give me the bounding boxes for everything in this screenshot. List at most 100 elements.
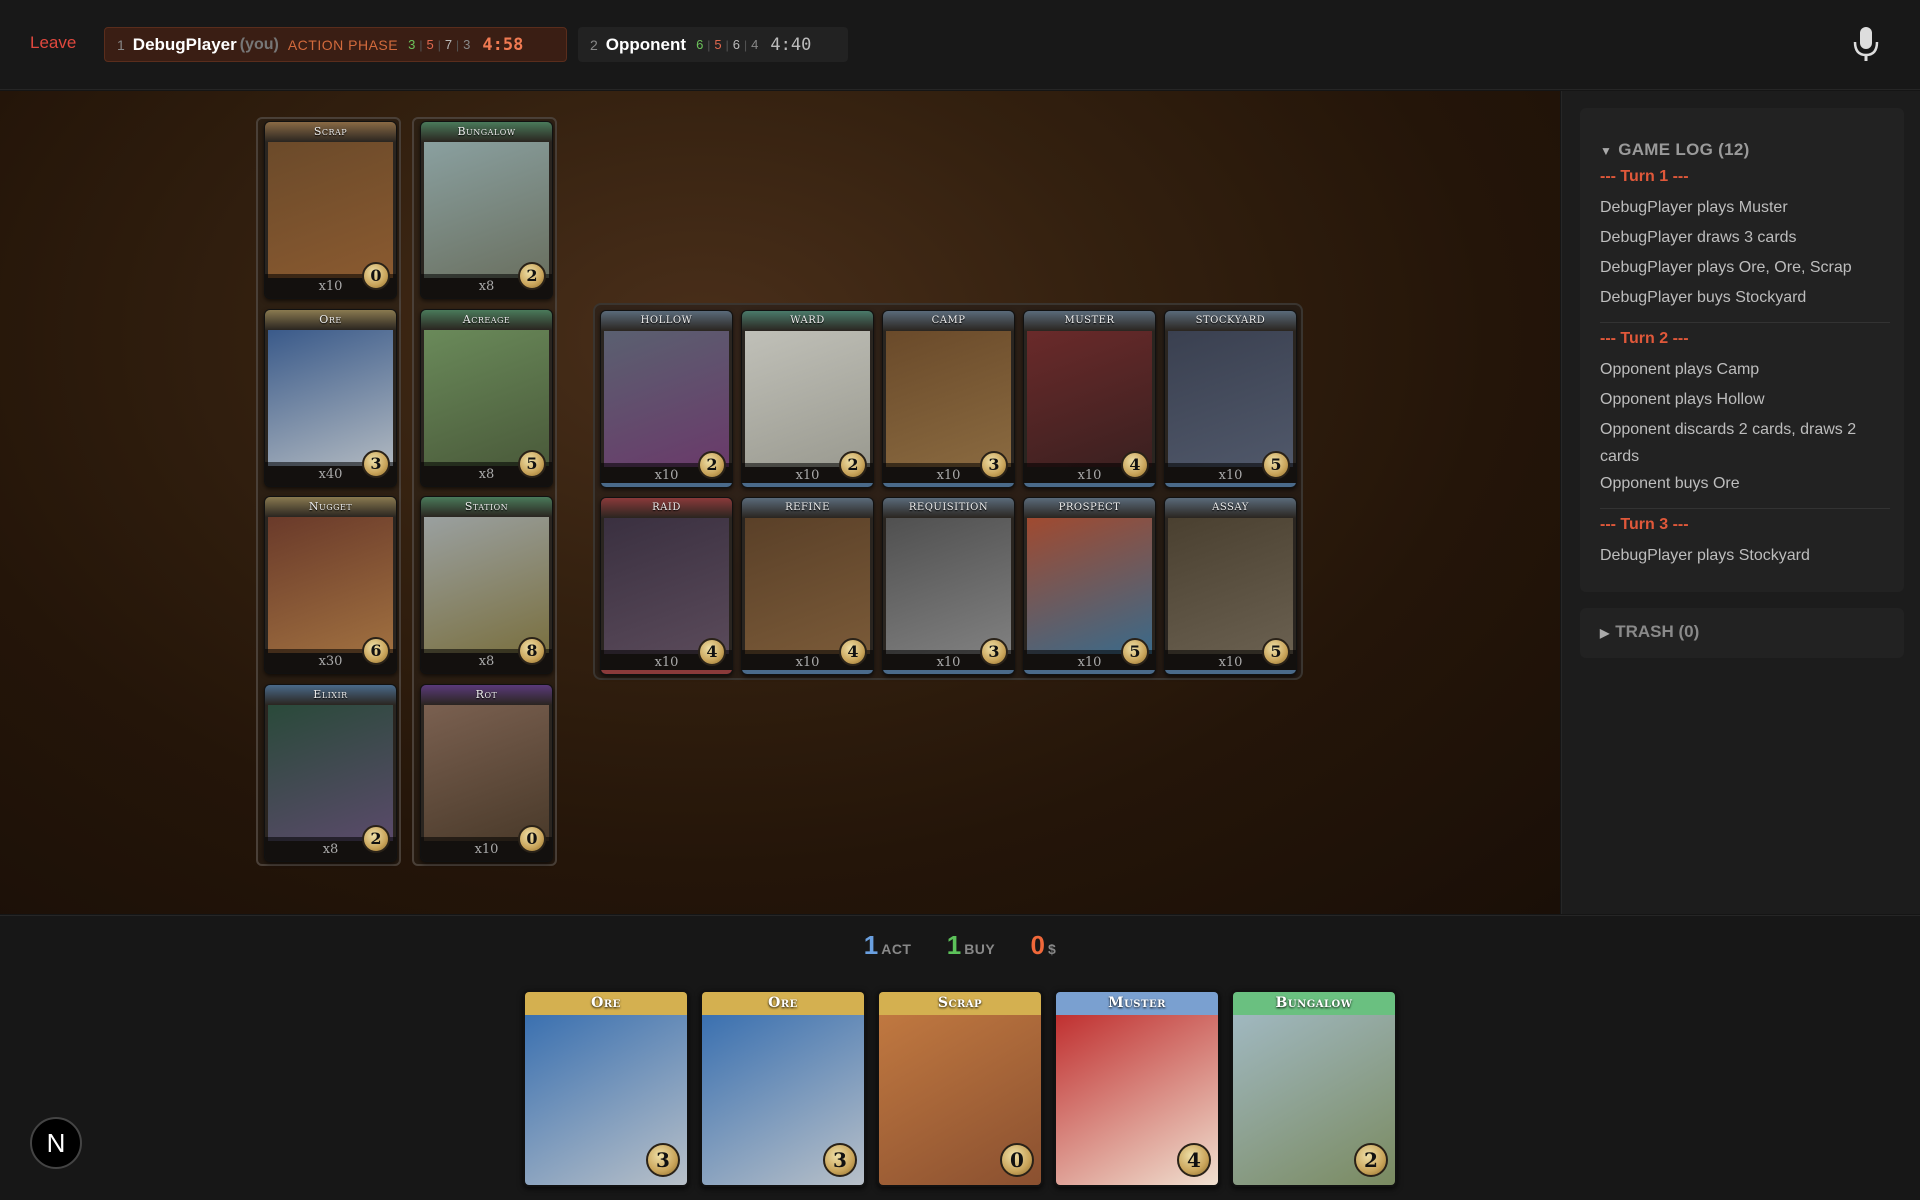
log-entry: DebugPlayer buys Stockyard [1600,289,1807,306]
cost-coin: 5 [1262,451,1290,479]
card-name: Prospect [1024,498,1155,518]
card-name: Nugget [265,497,396,517]
hand-card[interactable]: Ore 3 [700,990,866,1187]
cost-coin: 0 [362,262,390,290]
cost-coin: 3 [980,638,1008,666]
cost-coin: 4 [1121,451,1149,479]
log-divider [1600,508,1890,509]
triangle-down-icon: ▼ [1600,144,1613,158]
card-name: Bungalow [421,122,552,142]
player1-index: 1 [117,36,125,53]
card-art [886,331,1011,467]
supply-card[interactable]: Rot x10 0 [420,684,553,862]
card-name: Assay [1165,498,1296,518]
kingdom-card[interactable]: Raid x10 4 [600,497,733,675]
card-art [745,518,870,654]
card-name: Scrap [265,122,396,142]
kingdom-card[interactable]: Refine x10 4 [741,497,874,675]
card-art [424,142,549,278]
log-entry: Opponent plays Hollow [1600,391,1765,408]
card-name: Camp [883,311,1014,331]
card-type-edge [601,483,732,487]
log-entry: DebugPlayer plays Muster [1600,199,1788,216]
card-type-edge [742,670,873,674]
supply-card[interactable]: Station x8 8 [420,496,553,674]
triangle-right-icon: ▶ [1600,626,1610,640]
card-art [745,331,870,467]
game-log-toggle[interactable]: ▼ GAME LOG (12) [1600,140,1750,160]
cost-coin: 3 [646,1143,680,1177]
cost-coin: 5 [1262,638,1290,666]
log-entry: DebugPlayer draws 3 cards [1600,229,1797,246]
top-bar: Leave 1 DebugPlayer (you) ACTION PHASE 3… [0,0,1920,90]
resource-counter: 1 ACT 1 BUY 0 $ [0,930,1920,961]
trash-panel: ▶ TRASH (0) [1580,608,1904,658]
card-art [424,330,549,466]
card-art [268,142,393,278]
card-type-edge [883,670,1014,674]
cost-coin: 3 [362,450,390,478]
player2-timer: 4:40 [770,34,812,55]
kingdom-card[interactable]: Requisition x10 3 [882,497,1015,675]
log-entry: Opponent discards 2 cards, draws 2 cards [1600,421,1857,465]
card-name: Ore [265,310,396,330]
game-log-panel: ▼ GAME LOG (12) --- Turn 1 --- DebugPlayer… [1580,108,1904,592]
money-stat: 0 $ [1030,930,1057,960]
phase-label: ACTION PHASE [287,36,399,53]
microphone-icon[interactable] [1852,26,1880,62]
card-art [268,517,393,653]
kingdom-card[interactable]: Hollow x10 2 [600,310,733,488]
supply-card[interactable]: Elixir x8 2 [264,684,397,862]
cost-coin: 0 [518,825,546,853]
log-turn-header: --- Turn 1 --- [1600,168,1689,185]
kingdom-card[interactable]: Assay x10 5 [1164,497,1297,675]
player2-index: 2 [590,36,598,53]
cost-coin: 5 [1121,638,1149,666]
hand-card[interactable]: Ore 3 [523,990,689,1187]
card-art [1027,518,1152,654]
card-name: Acreage [421,310,552,330]
kingdom-card[interactable]: Camp x10 3 [882,310,1015,488]
supply-card[interactable]: Acreage x8 5 [420,309,553,487]
player1-stat-1: 3 [408,37,416,52]
hand-card[interactable]: Muster 4 [1054,990,1220,1187]
player1-timer: 4:58 [482,34,524,55]
kingdom-card[interactable]: Muster x10 4 [1023,310,1156,488]
card-type-edge [742,483,873,487]
cost-coin: 2 [839,451,867,479]
cost-coin: 4 [698,638,726,666]
trash-toggle[interactable]: ▶ TRASH (0) [1600,622,1699,642]
cost-coin: 6 [362,637,390,665]
supply-card[interactable]: Bungalow x8 2 [420,121,553,299]
supply-card[interactable]: Scrap x10 0 [264,121,397,299]
card-art [886,518,1011,654]
card-name: Scrap [879,992,1041,1015]
card-name: Requisition [883,498,1014,518]
log-entry: Opponent plays Camp [1600,361,1760,378]
sidebar: ▼ GAME LOG (12) --- Turn 1 --- DebugPlayer… [1561,91,1920,914]
card-name: Ore [702,992,864,1015]
leave-button[interactable]: Leave [30,33,76,53]
hand-card[interactable]: Bungalow 2 [1231,990,1397,1187]
cost-coin: 2 [518,262,546,290]
hand-card[interactable]: Scrap 0 [877,990,1043,1187]
player2-stat-2: 5 [714,37,722,52]
cost-coin: 4 [1177,1143,1211,1177]
kingdom-card[interactable]: Ward x10 2 [741,310,874,488]
card-name: Elixir [265,685,396,705]
kingdom-card[interactable]: Prospect x10 5 [1023,497,1156,675]
card-art [1168,331,1293,467]
card-art [604,518,729,654]
app-logo-icon[interactable]: N [30,1117,82,1169]
kingdom-card[interactable]: Stockyard x10 5 [1164,310,1297,488]
log-entry: DebugPlayer plays Stockyard [1600,547,1810,564]
card-name: Rot [421,685,552,705]
supply-card[interactable]: Nugget x30 6 [264,496,397,674]
player2-stat-3: 6 [732,37,741,52]
supply-card[interactable]: Ore x40 3 [264,309,397,487]
card-type-edge [1024,483,1155,487]
card-name: Ore [525,992,687,1015]
card-name: Hollow [601,311,732,331]
log-entry: Opponent buys Ore [1600,475,1740,492]
cost-coin: 5 [518,450,546,478]
